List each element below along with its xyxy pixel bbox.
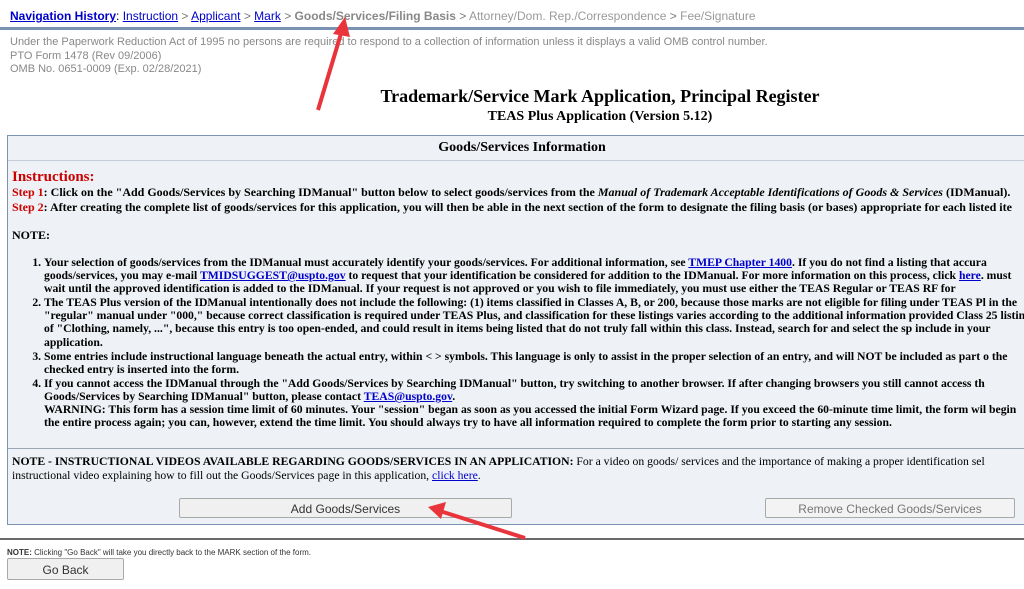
video-note-end: . [477, 468, 481, 482]
step-1-label: Step 1 [12, 185, 44, 199]
remove-checked-goods-services-button[interactable]: Remove Checked Goods/Services [765, 498, 1015, 518]
add-goods-services-button[interactable]: Add Goods/Services [179, 498, 512, 518]
note-1-text: Your selection of goods/services from th… [44, 256, 689, 269]
step-2: Step 2: After creating the complete list… [12, 200, 1024, 215]
note-item-2: The TEAS Plus version of the IDManual in… [44, 296, 1024, 348]
note-1-text-c: to request that your identification be c… [345, 269, 959, 283]
note-4-text: If you cannot access the IDManual throug… [44, 376, 985, 403]
nav-link-instruction[interactable]: Instruction [123, 9, 178, 23]
tmep-chapter-link[interactable]: TMEP Chapter 1400 [688, 256, 792, 269]
step-2-text: : After creating the complete list of go… [43, 200, 1012, 214]
nav-separator: > [669, 9, 677, 23]
step-1-text: : Click on the "Add Goods/Services by Se… [43, 185, 598, 199]
note-item-4: If you cannot access the IDManual throug… [44, 377, 1024, 429]
page-subtitle: TEAS Plus Application (Version 5.12) [487, 109, 713, 124]
go-back-note: NOTE: Clicking "Go Back" will take you d… [7, 548, 311, 557]
nav-future-step-fee: Fee/Signature [680, 9, 756, 23]
session-warning: WARNING: This form has a session time li… [44, 403, 1017, 430]
instructions-title: Instructions: [12, 169, 95, 185]
goods-services-panel: Goods/Services Information Instructions:… [7, 135, 1024, 525]
paperwork-notice: Under the Paperwork Reduction Act of 199… [10, 36, 1010, 77]
panel-divider [8, 448, 1024, 449]
teas-email-link[interactable]: TEAS@uspto.gov [364, 390, 453, 403]
step-1-text-end: (IDManual). [942, 185, 1011, 199]
footer-divider [0, 538, 1024, 540]
panel-header: Goods/Services Information [8, 136, 1024, 161]
omb-number: OMB No. 0651-0009 (Exp. 02/28/2021) [10, 63, 202, 75]
nav-future-step-attorney: Attorney/Dom. Rep./Correspondence [468, 9, 667, 23]
step-1: Step 1: Click on the "Add Goods/Services… [12, 185, 1024, 200]
nav-separator: > [181, 9, 189, 23]
go-back-button[interactable]: Go Back [7, 558, 124, 580]
note-4-text-end: . [452, 389, 456, 403]
nav-separator: > [243, 9, 251, 23]
tmidsuggest-email-link[interactable]: TMIDSUGGEST@uspto.gov [200, 269, 346, 282]
note-title: NOTE: [12, 228, 51, 242]
go-back-note-label: NOTE: [7, 548, 32, 557]
paperwork-act-text: Under the Paperwork Reduction Act of 199… [10, 36, 768, 48]
video-note-heading: NOTE - INSTRUCTIONAL VIDEOS AVAILABLE RE… [12, 455, 574, 468]
nav-separator: > [459, 9, 467, 23]
nav-link-mark[interactable]: Mark [254, 9, 281, 23]
nav-current-step: Goods/Services/Filing Basis [294, 9, 456, 23]
note-item-3: Some entries include instructional langu… [44, 350, 1024, 376]
step-2-label: Step 2 [12, 200, 44, 214]
notes-list: Your selection of goods/services from th… [12, 256, 1024, 429]
nav-link-applicant[interactable]: Applicant [191, 9, 240, 23]
go-back-note-text: Clicking "Go Back" will take you directl… [31, 548, 312, 557]
page-title: Trademark/Service Mark Application, Prin… [380, 86, 820, 106]
step-1-manual-title: Manual of Trademark Acceptable Identific… [597, 185, 943, 199]
instructions-section: Instructions: Step 1: Click on the "Add … [12, 170, 1024, 430]
video-click-here-link[interactable]: click here [432, 469, 478, 482]
pto-form-number: PTO Form 1478 (Rev 09/2006) [10, 49, 162, 62]
nav-history-title: Navigation History [10, 9, 117, 23]
idmanual-process-here-link[interactable]: here [959, 269, 981, 282]
note-item-1: Your selection of goods/services from th… [44, 256, 1024, 295]
nav-separator: > [284, 9, 292, 23]
video-note: NOTE - INSTRUCTIONAL VIDEOS AVAILABLE RE… [12, 455, 1024, 482]
navigation-history-bar: Navigation History: Instruction > Applic… [0, 0, 1024, 30]
